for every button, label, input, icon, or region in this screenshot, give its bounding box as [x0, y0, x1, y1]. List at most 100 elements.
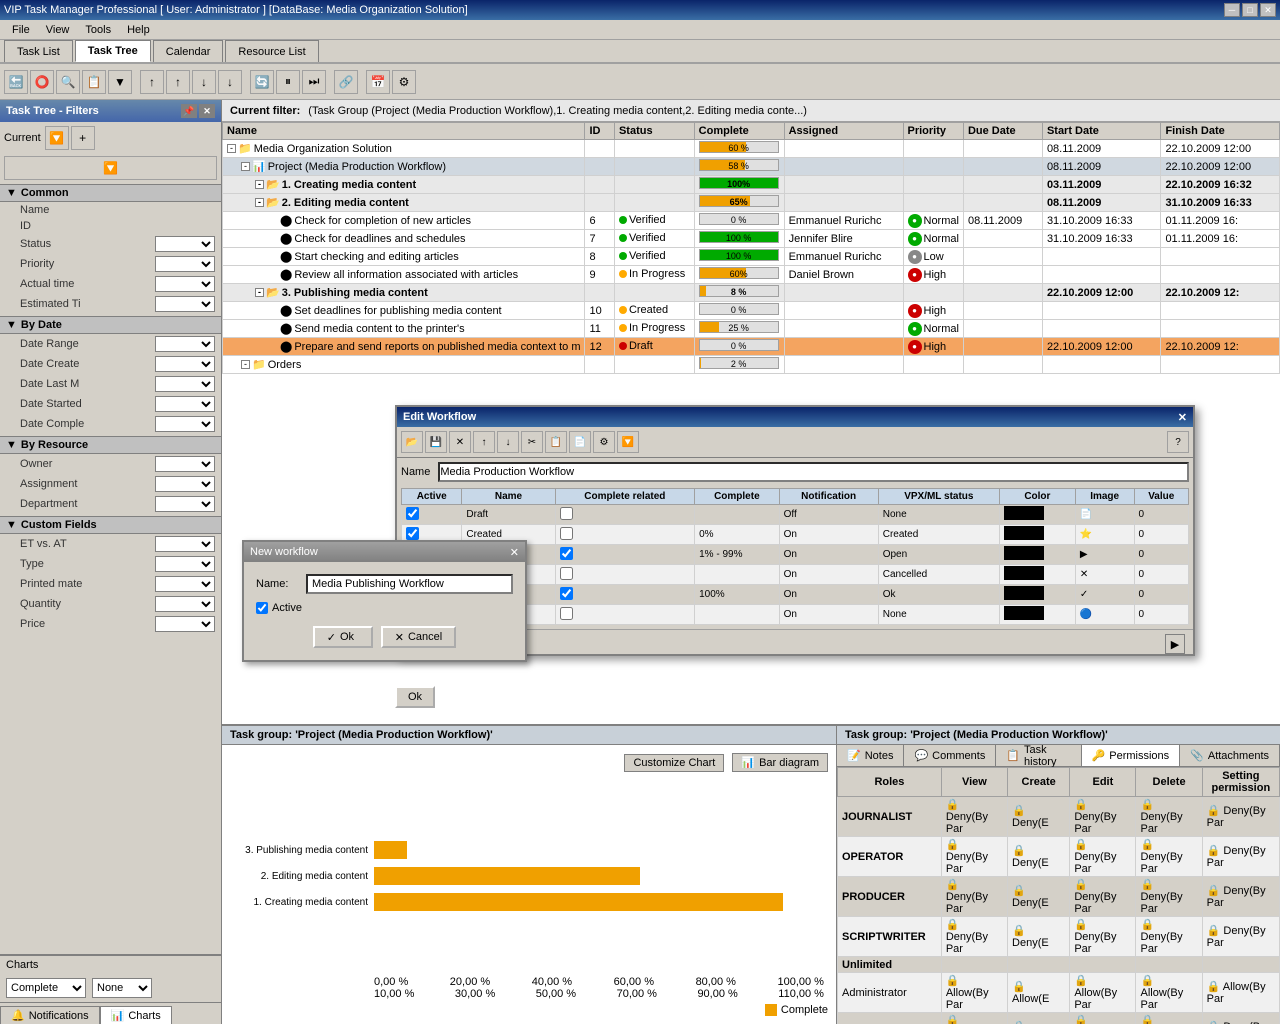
toolbar-btn-11[interactable]: 🔗 [334, 70, 358, 94]
col-status[interactable]: Status [614, 123, 694, 140]
wf-copy-btn[interactable]: 📋 [545, 431, 567, 453]
roles-col-create[interactable]: Create [1008, 768, 1070, 797]
col-finish-date[interactable]: Finish Date [1161, 123, 1280, 140]
toolbar-btn-5[interactable]: ↑ [140, 70, 164, 94]
new-workflow-ok-button[interactable]: ✓ Ok [313, 626, 373, 648]
col-complete[interactable]: Complete [694, 123, 784, 140]
filter-owner-select[interactable] [155, 456, 215, 472]
new-workflow-close-icon[interactable]: ✕ [510, 546, 519, 559]
toolbar-btn-3[interactable]: 🔍 [56, 70, 80, 94]
filter-date-create-select[interactable] [155, 356, 215, 372]
roles-col-setting-permission[interactable]: Setting permission [1202, 768, 1279, 797]
roles-col-edit[interactable]: Edit [1070, 768, 1136, 797]
charts-none-select[interactable]: None [92, 978, 152, 998]
filter-funnel-icon[interactable]: 🔽 [45, 126, 69, 150]
section-custom-fields[interactable]: ▼ Custom Fields [0, 516, 221, 534]
close-button[interactable]: ✕ [1260, 3, 1276, 17]
col-start-date[interactable]: Start Date [1042, 123, 1161, 140]
filter-pin-btn[interactable]: 📌 [181, 104, 197, 118]
toolbar-btn-7[interactable]: ↓ [192, 70, 216, 94]
filter-date-started-select[interactable] [155, 396, 215, 412]
wf-complete-rel-checkbox[interactable] [560, 507, 573, 520]
tab-notifications[interactable]: 🔔 Notifications [0, 1006, 100, 1024]
filter-date-comple-select[interactable] [155, 416, 215, 432]
tab-calendar[interactable]: Calendar [153, 40, 224, 62]
expand-icon[interactable]: - [227, 144, 236, 153]
wf-color-swatch[interactable] [1004, 586, 1044, 600]
col-name[interactable]: Name [223, 123, 585, 140]
expand-icon[interactable]: - [255, 198, 264, 207]
toolbar-btn-refresh[interactable]: 🔄 [250, 70, 274, 94]
col-id[interactable]: ID [585, 123, 614, 140]
toolbar-btn-6[interactable]: ↑ [166, 70, 190, 94]
new-workflow-active-checkbox[interactable] [256, 602, 268, 614]
wf-delete-btn[interactable]: ✕ [449, 431, 471, 453]
wf-color-swatch[interactable] [1004, 506, 1044, 520]
filter-printed-select[interactable] [155, 576, 215, 592]
roles-col-view[interactable]: View [941, 768, 1007, 797]
wf-paste-btn[interactable]: 📄 [569, 431, 591, 453]
customize-chart-button[interactable]: Customize Chart [624, 754, 724, 772]
menu-file[interactable]: File [4, 22, 38, 38]
toolbar-btn-4[interactable]: 📋 [82, 70, 106, 94]
bar-diagram-button[interactable]: 📊 Bar diagram [732, 753, 828, 772]
wf-complete-rel-checkbox[interactable] [560, 587, 573, 600]
tab-permissions[interactable]: 🔑 Permissions [1082, 745, 1181, 766]
toolbar-btn-12[interactable]: ⚙ [392, 70, 416, 94]
expand-icon[interactable]: - [241, 162, 250, 171]
ok-small-button[interactable]: Ok [395, 686, 435, 708]
filter-status-select[interactable] [155, 236, 215, 252]
tab-attachments[interactable]: 📎 Attachments [1180, 745, 1280, 766]
maximize-button[interactable]: □ [1242, 3, 1258, 17]
col-due-date[interactable]: Due Date [963, 123, 1042, 140]
toolbar-btn-10[interactable]: ⏭ [302, 70, 326, 94]
toolbar-btn-8[interactable]: ↓ [218, 70, 242, 94]
wf-misc-btn[interactable]: 🔽 [617, 431, 639, 453]
filter-estimated-select[interactable] [155, 296, 215, 312]
wf-color-swatch[interactable] [1004, 526, 1044, 540]
wf-complete-rel-checkbox[interactable] [560, 567, 573, 580]
filter-type-select[interactable] [155, 556, 215, 572]
wf-active-checkbox[interactable] [406, 507, 419, 520]
toolbar-btn-calendar[interactable]: 📅 [366, 70, 390, 94]
filter-price-select[interactable] [155, 616, 215, 632]
toolbar-btn-1[interactable]: 🔙 [4, 70, 28, 94]
roles-col-roles[interactable]: Roles [838, 768, 942, 797]
tab-task-list[interactable]: Task List [4, 40, 73, 62]
expand-icon[interactable]: - [255, 180, 264, 189]
col-assigned[interactable]: Assigned [784, 123, 903, 140]
new-workflow-cancel-button[interactable]: ✕ Cancel [381, 626, 456, 648]
filter-date-lastm-select[interactable] [155, 376, 215, 392]
charts-complete-select[interactable]: Complete [6, 978, 86, 998]
filter-quantity-select[interactable] [155, 596, 215, 612]
wf-color-swatch[interactable] [1004, 566, 1044, 580]
wf-save-btn[interactable]: 💾 [425, 431, 447, 453]
wf-complete-rel-checkbox[interactable] [560, 607, 573, 620]
minimize-button[interactable]: ─ [1224, 3, 1240, 17]
col-priority[interactable]: Priority [903, 123, 963, 140]
menu-view[interactable]: View [38, 22, 78, 38]
new-workflow-name-input[interactable] [306, 574, 513, 594]
menu-tools[interactable]: Tools [77, 22, 119, 38]
wf-help-btn[interactable]: ? [1167, 431, 1189, 453]
toolbar-btn-9[interactable]: ⏸ [276, 70, 300, 94]
section-common[interactable]: ▼ Common [0, 184, 221, 202]
toolbar-btn-2[interactable]: ⭕ [30, 70, 54, 94]
tab-comments[interactable]: 💬 Comments [904, 745, 996, 766]
workflow-name-input[interactable] [438, 462, 1189, 482]
filter-add-btn[interactable]: + [71, 126, 95, 150]
edit-workflow-close[interactable]: ✕ [1178, 411, 1187, 424]
wf-color-swatch[interactable] [1004, 606, 1044, 620]
filter-priority-select[interactable] [155, 256, 215, 272]
expand-icon[interactable]: - [255, 288, 264, 297]
menu-help[interactable]: Help [119, 22, 158, 38]
roles-col-delete[interactable]: Delete [1136, 768, 1202, 797]
tab-resource-list[interactable]: Resource List [225, 40, 318, 62]
tab-task-history[interactable]: 📋 Task history [996, 745, 1081, 766]
section-by-date[interactable]: ▼ By Date [0, 316, 221, 334]
wf-open-btn[interactable]: 📂 [401, 431, 423, 453]
wf-props-btn[interactable]: ⚙ [593, 431, 615, 453]
wf-complete-rel-checkbox[interactable] [560, 547, 573, 560]
filter-assignment-select[interactable] [155, 476, 215, 492]
wf-complete-rel-checkbox[interactable] [560, 527, 573, 540]
